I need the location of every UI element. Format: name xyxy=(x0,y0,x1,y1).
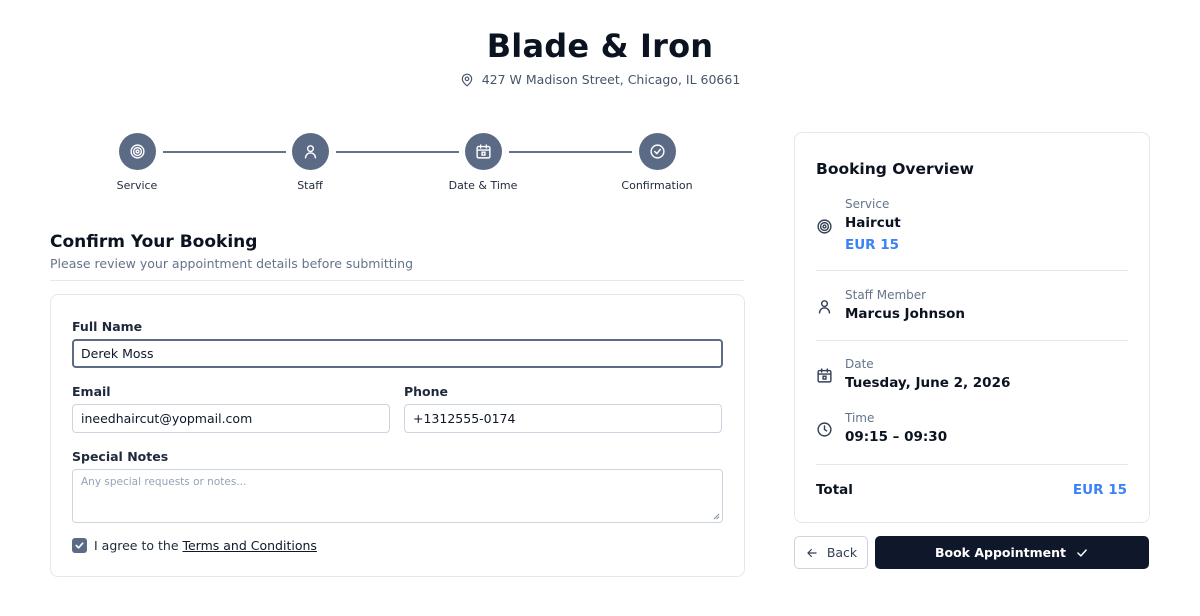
step-label: Service xyxy=(116,179,158,192)
check-circle-icon xyxy=(649,144,665,159)
step-label: Date & Time xyxy=(448,179,518,192)
booking-stepper: Service Staff Date & Time Confirmation xyxy=(50,133,744,203)
phone-label: Phone xyxy=(404,384,449,399)
map-pin-icon xyxy=(461,73,472,86)
shop-address: 427 W Madison Street, Chicago, IL 60661 xyxy=(0,72,1200,87)
divider xyxy=(50,280,744,281)
book-appointment-button[interactable]: Book Appointment xyxy=(875,536,1149,569)
overview-title: Booking Overview xyxy=(816,160,974,178)
phone-input[interactable]: +1312555-0174 xyxy=(404,404,722,433)
calendar-icon xyxy=(817,368,832,383)
agree-prefix: I agree to the xyxy=(94,538,183,553)
staff-value: Marcus Johnson xyxy=(845,306,965,322)
user-icon xyxy=(818,300,831,314)
date-label: Date xyxy=(845,357,874,371)
total-value: EUR 15 xyxy=(1072,482,1127,498)
terms-checkbox[interactable] xyxy=(72,538,87,553)
booking-overview: Booking Overview Service Haircut EUR 15 … xyxy=(794,132,1150,523)
overview-service: Service Haircut EUR 15 xyxy=(816,197,1128,257)
shop-header: Blade & Iron 427 W Madison Street, Chica… xyxy=(0,26,1200,87)
step-date-time[interactable]: Date & Time xyxy=(423,133,543,192)
service-value: Haircut xyxy=(845,215,901,231)
target-icon xyxy=(817,219,832,234)
service-price: EUR 15 xyxy=(845,237,900,253)
book-label: Book Appointment xyxy=(934,545,1067,560)
date-value: Tuesday, June 2, 2026 xyxy=(845,375,1011,391)
divider xyxy=(816,340,1128,341)
terms-text: I agree to the Terms and Conditions xyxy=(94,538,317,553)
resize-handle-icon[interactable] xyxy=(713,513,720,520)
divider xyxy=(816,270,1128,271)
page-title: Confirm Your Booking xyxy=(50,232,258,252)
shop-name: Blade & Iron xyxy=(486,27,714,65)
overview-staff: Staff Member Marcus Johnson xyxy=(816,288,1128,328)
checkmark-icon xyxy=(1077,548,1087,557)
address-text: 427 W Madison Street, Chicago, IL 60661 xyxy=(481,72,741,87)
email-input[interactable]: ineedhaircut@yopmail.com xyxy=(72,404,390,433)
step-confirmation[interactable]: Confirmation xyxy=(597,133,717,192)
service-label: Service xyxy=(845,197,890,211)
back-label: Back xyxy=(826,545,858,560)
full-name-label: Full Name xyxy=(72,319,143,334)
back-button[interactable]: Back xyxy=(794,536,868,569)
step-service[interactable]: Service xyxy=(77,133,197,192)
user-icon xyxy=(304,145,316,159)
step-staff[interactable]: Staff xyxy=(250,133,370,192)
time-value: 09:15 – 09:30 xyxy=(845,429,948,445)
full-name-input[interactable]: Derek Moss xyxy=(72,339,723,368)
notes-label: Special Notes xyxy=(72,449,169,464)
terms-link[interactable]: Terms and Conditions xyxy=(182,538,316,553)
time-label: Time xyxy=(845,411,875,425)
step-label: Staff xyxy=(297,179,323,192)
email-label: Email xyxy=(72,384,111,399)
staff-label: Staff Member xyxy=(845,288,927,302)
overview-date: Date Tuesday, June 2, 2026 xyxy=(816,357,1128,397)
step-label: Confirmation xyxy=(621,179,693,192)
overview-time: Time 09:15 – 09:30 xyxy=(816,411,1128,451)
arrow-left-icon xyxy=(807,548,817,557)
total-label: Total xyxy=(816,482,853,498)
divider xyxy=(816,464,1128,465)
checkmark-icon xyxy=(75,542,84,549)
notes-placeholder: Any special requests or notes... xyxy=(81,476,247,488)
booking-form: Full Name Derek Moss Email ineedhaircut@… xyxy=(50,294,745,577)
terms-agreement: I agree to the Terms and Conditions xyxy=(72,538,317,553)
notes-textarea[interactable]: Any special requests or notes... xyxy=(72,469,723,523)
page-subtitle: Please review your appointment details b… xyxy=(50,256,414,271)
target-icon xyxy=(129,144,145,159)
clock-icon xyxy=(817,422,832,437)
calendar-icon xyxy=(475,144,491,159)
